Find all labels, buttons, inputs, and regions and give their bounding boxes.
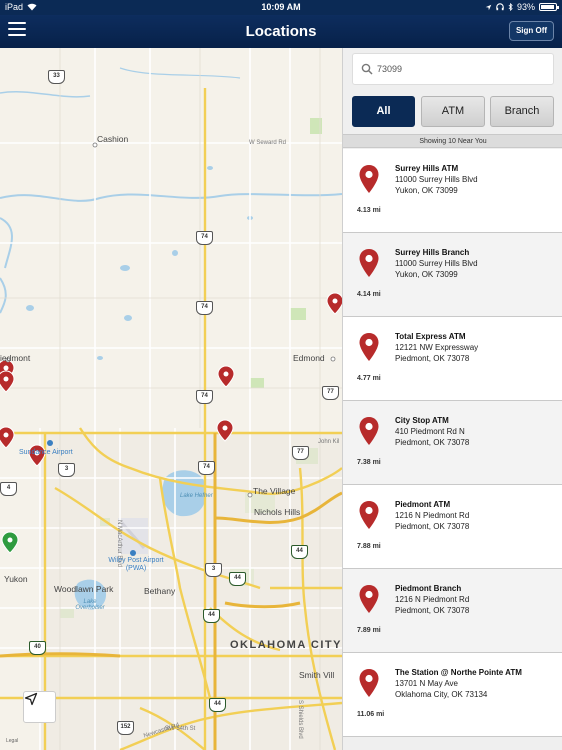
location-distance: 7.88 mi bbox=[357, 543, 381, 550]
interstate-shield-44: 44 bbox=[203, 609, 220, 623]
bluetooth-icon bbox=[508, 3, 513, 11]
sign-off-button[interactable]: Sign Off bbox=[509, 21, 554, 41]
location-distance: 4.77 mi bbox=[357, 375, 381, 382]
location-address: 13701 N May Ave Oklahoma City, OK 73134 bbox=[395, 679, 488, 699]
location-name: Total Express ATM bbox=[395, 332, 466, 341]
map-pin-icon bbox=[359, 333, 379, 361]
highway-shield-74: 74 bbox=[198, 461, 215, 475]
location-arrow-icon bbox=[24, 692, 38, 706]
map-label-smith-vill: Smith Vill bbox=[299, 670, 335, 680]
status-bar: iPad 10:09 AM 93% bbox=[0, 0, 562, 15]
location-distance: 4.14 mi bbox=[357, 291, 381, 298]
search-icon bbox=[361, 63, 373, 75]
location-address: 12121 NW Expressway Piedmont, OK 73078 bbox=[395, 343, 479, 363]
map-label-nichols-hills: Nichols Hills bbox=[254, 507, 301, 517]
page-title: Locations bbox=[245, 23, 317, 40]
location-list-item[interactable]: 11.06 mi The Station @ Northe Pointe ATM… bbox=[343, 653, 562, 737]
location-list-item[interactable]: 4.13 mi Surrey Hills ATM 11000 Surrey Hi… bbox=[343, 149, 562, 233]
map-view[interactable]: Cashion W Seward Rd iedmont Edmond John … bbox=[0, 48, 342, 750]
location-name: City Stop ATM bbox=[395, 416, 449, 425]
location-distance: 7.38 mi bbox=[357, 459, 381, 466]
highway-shield-33: 33 bbox=[48, 70, 65, 84]
map-pin-icon bbox=[359, 249, 379, 277]
map-label-piedmont: iedmont bbox=[0, 353, 31, 363]
highway-shield-4: 4 bbox=[0, 482, 17, 496]
map-pin-icon bbox=[359, 585, 379, 613]
highway-shield-3: 3 bbox=[58, 463, 75, 477]
location-distance: 11.06 mi bbox=[357, 711, 385, 718]
location-address: 11000 Surrey Hills Blvd Yukon, OK 73099 bbox=[395, 175, 478, 195]
current-location-button[interactable] bbox=[23, 691, 56, 723]
status-time: 10:09 AM bbox=[261, 2, 301, 12]
locations-panel: All ATM Branch Showing 10 Near You 4.13 … bbox=[342, 48, 562, 750]
map-label-sundance: Sundance Airport bbox=[19, 449, 73, 456]
map-pin-icon bbox=[359, 501, 379, 529]
highway-shield-77: 77 bbox=[292, 446, 309, 460]
location-name: Piedmont Branch bbox=[395, 584, 462, 593]
map-label-lake-overholser: Lake Overholser bbox=[75, 599, 105, 611]
map-label-yukon: Yukon bbox=[4, 574, 28, 584]
location-address: 11000 Surrey Hills Blvd Yukon, OK 73099 bbox=[395, 259, 478, 279]
interstate-shield-44: 44 bbox=[209, 698, 226, 712]
highway-shield-77: 77 bbox=[322, 386, 339, 400]
location-name: Surrey Hills Branch bbox=[395, 248, 470, 257]
map-pin-icon bbox=[359, 669, 379, 697]
map-label-cashion: Cashion bbox=[97, 134, 129, 144]
map-label-woodlawn: Woodlawn Park bbox=[54, 584, 114, 594]
location-arrow-icon bbox=[485, 4, 492, 10]
location-name: Piedmont ATM bbox=[395, 500, 451, 509]
highway-shield-74: 74 bbox=[196, 301, 213, 315]
highway-shield-74: 74 bbox=[196, 231, 213, 245]
location-list-item[interactable]: 4.14 mi Surrey Hills Branch 11000 Surrey… bbox=[343, 233, 562, 317]
location-address: 1216 N Piedmont Rd Piedmont, OK 73078 bbox=[395, 595, 470, 615]
location-address: 410 Piedmont Rd N Piedmont, OK 73078 bbox=[395, 427, 470, 447]
app-root: iPad 10:09 AM 93% Locations Sign Off Cas… bbox=[0, 0, 562, 750]
headphones-icon bbox=[496, 3, 504, 11]
interstate-shield-40: 40 bbox=[29, 641, 46, 655]
map-label-lake-hefner: Lake Hefner bbox=[180, 493, 213, 499]
map-label-the-village: The Village bbox=[253, 486, 296, 496]
map-label-s-shields: S Shields Blvd bbox=[297, 700, 303, 739]
location-address: 1216 N Piedmont Rd Piedmont, OK 73078 bbox=[395, 511, 470, 531]
map-label-edmond: Edmond bbox=[293, 353, 325, 363]
map-pin-icon bbox=[359, 417, 379, 445]
filter-atm-button[interactable]: ATM bbox=[421, 96, 485, 127]
filter-all-button[interactable]: All bbox=[352, 96, 415, 127]
interstate-shield-44: 44 bbox=[229, 572, 246, 586]
map-label-seward: W Seward Rd bbox=[249, 140, 287, 146]
location-list-item[interactable]: 4.77 mi Total Express ATM 12121 NW Expre… bbox=[343, 317, 562, 401]
location-name: The Station @ Northe Pointe ATM bbox=[395, 668, 522, 677]
search-input[interactable] bbox=[377, 60, 547, 78]
highway-shield-74: 74 bbox=[196, 390, 213, 404]
location-list-item[interactable]: 7.89 mi Piedmont Branch 1216 N Piedmont … bbox=[343, 569, 562, 653]
location-distance: 7.89 mi bbox=[357, 627, 381, 634]
location-name: Surrey Hills ATM bbox=[395, 164, 459, 173]
map-label-bethany: Bethany bbox=[144, 586, 176, 596]
location-list-item[interactable]: 7.38 mi City Stop ATM 410 Piedmont Rd NP… bbox=[343, 401, 562, 485]
highway-shield-3: 3 bbox=[205, 563, 222, 577]
map-label-john-kil: John Kil bbox=[318, 439, 340, 445]
map-legal-link[interactable]: Legal bbox=[6, 738, 18, 744]
map-pin-icon bbox=[359, 165, 379, 193]
nav-bar: Locations Sign Off bbox=[0, 15, 562, 48]
filter-branch-button[interactable]: Branch bbox=[490, 96, 554, 127]
location-list-item[interactable]: 7.88 mi Piedmont ATM 1216 N Piedmont Rd P… bbox=[343, 485, 562, 569]
battery-percent: 93% bbox=[516, 2, 535, 12]
map-label-wiley-post: Wiley Post Airport (PWA) bbox=[108, 557, 164, 572]
interstate-shield-44: 44 bbox=[291, 545, 308, 559]
map-label-okc: OKLAHOMA CITY bbox=[230, 639, 342, 651]
location-distance: 4.13 mi bbox=[357, 207, 381, 214]
map-label-sw54: SW 54th St bbox=[165, 726, 196, 732]
location-list: 4.13 mi Surrey Hills ATM 11000 Surrey Hi… bbox=[343, 149, 562, 737]
highway-shield-152: 152 bbox=[117, 721, 134, 735]
search-field[interactable] bbox=[352, 53, 554, 85]
battery-icon bbox=[539, 3, 559, 11]
status-right: 93% bbox=[485, 2, 559, 12]
results-count-header: Showing 10 Near You bbox=[343, 134, 562, 148]
